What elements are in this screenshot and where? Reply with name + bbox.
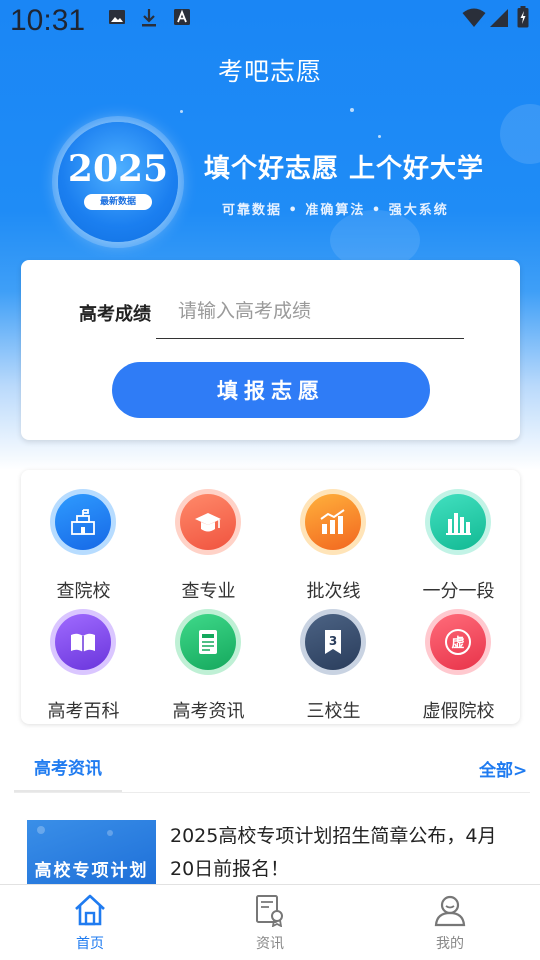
tab-profile[interactable]: 我的 [390,885,510,960]
feature-label: 三校生 [306,701,361,722]
decor-dot-3 [180,110,183,113]
feature-grid: 查院校 查专业 批次线 一分一段 高考百科 高考资讯 3 三校生 虚 虚假院校 [21,470,520,724]
tab-label: 我的 [436,936,464,952]
score-label: 高考成绩 [79,304,151,325]
signal-icon [489,8,509,32]
feature-label: 查院校 [56,581,111,602]
feature-fake-schools[interactable]: 虚 虚假院校 [396,609,521,725]
feature-label: 一分一段 [422,581,495,602]
feature-batch-line[interactable]: 批次线 [271,489,396,605]
news-tab[interactable]: 高考资讯 [14,754,122,793]
feature-three-schools[interactable]: 3 三校生 [271,609,396,725]
status-bar: 10:31 [0,0,540,42]
feature-encyclopedia[interactable]: 高考百科 [21,609,146,725]
wifi-icon [462,8,486,32]
feature-score-segment[interactable]: 一分一段 [396,489,521,605]
download-notification-icon [140,8,158,32]
badge-year: 2025 [67,148,169,190]
banner-subslogan: 可靠数据 • 准确算法 • 强大系统 [222,203,449,218]
news-all-link[interactable]: 全部> [479,756,527,781]
image-notification-icon [108,8,126,30]
translate-notification-icon [173,8,191,30]
badge-tag: 最新数据 [84,194,152,210]
bar-chart-icon [305,494,361,550]
bottom-tab-bar: 首页 资讯 我的 [0,884,540,960]
app-screen: 10:31 考吧志愿 2025 最新数据 填个好志愿 上个好大学 可靠数据 • … [0,0,540,960]
score-form-card: 高考成绩 填报志愿 [21,260,520,440]
svg-text:3: 3 [329,634,337,648]
year-badge: 2025 最新数据 [58,122,178,242]
page-title: 考吧志愿 [217,57,322,86]
decor-dot-1 [350,108,354,112]
battery-icon [517,6,529,32]
school-icon [55,494,111,550]
book-icon [55,614,111,670]
news-thumbnail-text: 高校专项计划 [34,861,149,881]
feature-school-search[interactable]: 查院校 [21,489,146,605]
fill-application-button[interactable]: 填报志愿 [112,362,430,418]
tab-label: 首页 [76,936,104,952]
tab-label: 资讯 [256,936,284,952]
feature-exam-news[interactable]: 高考资讯 [146,609,271,725]
graduation-cap-icon [180,494,236,550]
bookmark-3-icon: 3 [305,614,361,670]
status-time: 10:31 [10,4,86,37]
fake-school-icon: 虚 [430,614,486,670]
feature-label: 查专业 [181,581,236,602]
news-title: 2025高校专项计划招生简章公布，4月20日前报名！ [170,825,497,880]
feature-label: 高考百科 [47,701,120,722]
feature-label: 高考资讯 [172,701,245,722]
feature-label: 批次线 [306,581,361,602]
svg-text:虚: 虚 [451,635,464,651]
newspaper-icon [180,614,236,670]
score-input[interactable] [156,284,464,339]
feature-major-search[interactable]: 查专业 [146,489,271,605]
news-divider [14,792,530,793]
tab-news[interactable]: 资讯 [210,885,330,960]
feature-label: 虚假院校 [422,701,495,722]
news-thumbnail: 高校专项计划 [27,820,156,886]
tab-home[interactable]: 首页 [30,885,150,960]
banner-slogan: 填个好志愿 上个好大学 [204,154,485,184]
decor-dot-2 [378,135,381,138]
column-chart-icon [430,494,486,550]
